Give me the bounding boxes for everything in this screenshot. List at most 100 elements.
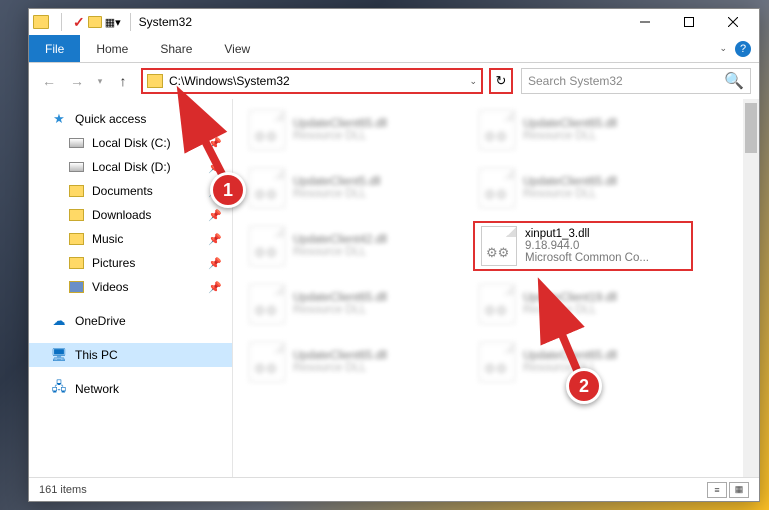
folder-icon: [69, 233, 84, 245]
pin-icon: 📌: [208, 137, 222, 150]
address-bar[interactable]: C:\Windows\System32 ⌄: [141, 68, 483, 94]
file-type: Resource DLL: [293, 188, 381, 200]
sidebar-onedrive[interactable]: ☁OneDrive: [29, 309, 232, 333]
file-item[interactable]: ⚙⚙ UpdateClient65.dllResource DLL: [473, 337, 693, 387]
close-icon: [728, 17, 738, 27]
view-tiles-button[interactable]: ▦: [729, 482, 749, 498]
pin-icon: 📌: [208, 185, 222, 198]
dll-icon: ⚙⚙: [249, 284, 285, 324]
file-item[interactable]: ⚙⚙UpdateClient65.dllResource DLL: [243, 337, 463, 387]
qat-view-icon[interactable]: ▦▾: [105, 16, 121, 29]
qat-buttons: ✓ ▦▾: [55, 13, 137, 31]
dll-icon: ⚙⚙: [479, 284, 515, 324]
pin-icon: 📌: [208, 233, 222, 246]
qat: ✓ ▦▾: [33, 13, 137, 31]
network-icon: 🖧: [51, 381, 67, 397]
file-item[interactable]: ⚙⚙UpdateClient65.dllResource DLL: [243, 105, 463, 155]
sidebar-quick-access[interactable]: ★ Quick access: [29, 107, 232, 131]
folder-icon: [69, 209, 84, 221]
app-icon: [33, 15, 49, 29]
file-name: UpdateClient65.dll: [523, 350, 617, 362]
file-item[interactable]: ⚙⚙UpdateClient65.dllResource DLL: [473, 163, 693, 213]
file-item[interactable]: ⚙⚙UpdateClient65.dllResource DLL: [473, 105, 693, 155]
sidebar-this-pc[interactable]: 🖥This PC: [29, 343, 232, 367]
recent-dropdown[interactable]: ▾: [93, 69, 107, 93]
navigation-bar: ← → ▾ ↑ C:\Windows\System32 ⌄ ↻ Search S…: [29, 63, 759, 99]
file-name: UpdateClient5.dll: [293, 176, 381, 188]
view-details-button[interactable]: ≡: [707, 482, 727, 498]
scrollbar[interactable]: [743, 99, 759, 477]
back-button[interactable]: ←: [37, 69, 61, 93]
disk-icon: [69, 138, 84, 148]
up-button[interactable]: ↑: [111, 69, 135, 93]
file-item[interactable]: ⚙⚙UpdateClient19.dllResource DLL: [473, 279, 693, 329]
file-name: UpdateClient42.dll: [293, 234, 387, 246]
file-type: Resource DLL: [523, 304, 617, 316]
forward-button[interactable]: →: [65, 69, 89, 93]
minimize-button[interactable]: [623, 9, 667, 35]
disk-icon: [69, 162, 84, 172]
sidebar-item-label: Quick access: [75, 112, 146, 126]
pin-icon: 📌: [208, 281, 222, 294]
file-type: Resource DLL: [293, 362, 387, 374]
sidebar-network[interactable]: 🖧Network: [29, 377, 232, 401]
cloud-icon: ☁: [51, 313, 67, 329]
file-type: Resource DLL: [523, 362, 617, 374]
folder-icon: [69, 281, 84, 293]
address-folder-icon: [147, 74, 163, 88]
file-item[interactable]: ⚙⚙UpdateClient42.dllResource DLL: [243, 221, 463, 271]
gears-icon: ⚙⚙: [484, 129, 507, 145]
search-box[interactable]: Search System32 🔍: [521, 68, 751, 94]
file-name: UpdateClient65.dll: [293, 350, 387, 362]
gears-icon: ⚙⚙: [254, 303, 277, 319]
gears-icon: ⚙⚙: [254, 187, 277, 203]
ribbon: File Home Share View ⌄ ?: [29, 35, 759, 63]
close-button[interactable]: [711, 9, 755, 35]
star-icon: ★: [51, 111, 67, 127]
scroll-thumb[interactable]: [745, 103, 757, 153]
gears-icon: ⚙⚙: [484, 361, 507, 377]
file-item[interactable]: ⚙⚙ UpdateClient65.dllResource DLL: [243, 279, 463, 329]
sidebar-item-downloads[interactable]: Downloads📌: [29, 203, 232, 227]
tab-view[interactable]: View: [208, 35, 266, 62]
file-pane[interactable]: ⚙⚙UpdateClient65.dllResource DLL⚙⚙Update…: [233, 99, 759, 477]
search-icon: 🔍: [724, 71, 744, 91]
qat-check-icon[interactable]: ✓: [73, 14, 85, 31]
window-controls: [623, 9, 755, 35]
dll-icon: ⚙⚙: [481, 226, 517, 266]
tab-share[interactable]: Share: [144, 35, 208, 62]
maximize-icon: [684, 17, 694, 27]
tab-home[interactable]: Home: [80, 35, 144, 62]
explorer-window: ✓ ▦▾ System32 File Home Share View ⌄: [28, 8, 760, 502]
file-type: Resource DLL: [293, 130, 387, 142]
dll-icon: ⚙⚙: [249, 110, 285, 150]
qat-folder-icon[interactable]: [88, 16, 102, 28]
dll-icon: ⚙⚙: [479, 342, 515, 382]
file-name: UpdateClient65.dll: [523, 176, 617, 188]
ribbon-expand-icon[interactable]: ⌄: [719, 43, 727, 54]
tab-file[interactable]: File: [29, 35, 80, 62]
sidebar-item-music[interactable]: Music📌: [29, 227, 232, 251]
search-placeholder: Search System32: [528, 74, 724, 88]
address-dropdown-icon[interactable]: ⌄: [469, 76, 477, 87]
file-type: Resource DLL: [293, 304, 387, 316]
sidebar-item-documents[interactable]: Documents📌: [29, 179, 232, 203]
minimize-icon: [640, 17, 650, 27]
gears-icon: ⚙⚙: [254, 245, 277, 261]
window-title: System32: [139, 15, 192, 29]
refresh-button[interactable]: ↻: [489, 68, 513, 94]
file-type: Resource DLL: [523, 130, 617, 142]
file-item[interactable]: ⚙⚙ UpdateClient5.dllResource DLL: [243, 163, 463, 213]
sidebar-item-local-c[interactable]: Local Disk (C:)📌: [29, 131, 232, 155]
maximize-button[interactable]: [667, 9, 711, 35]
file-name: xinput1_3.dll: [525, 228, 649, 240]
sidebar-item-local-d[interactable]: Local Disk (D:)📌: [29, 155, 232, 179]
file-name: UpdateClient65.dll: [293, 292, 387, 304]
sidebar-item-videos[interactable]: Videos📌: [29, 275, 232, 299]
sidebar-item-pictures[interactable]: Pictures📌: [29, 251, 232, 275]
item-count: 161 items: [39, 484, 87, 496]
dll-icon: ⚙⚙: [249, 226, 285, 266]
file-item[interactable]: ⚙⚙xinput1_3.dll9.18.944.0Microsoft Commo…: [473, 221, 693, 271]
gears-icon: ⚙⚙: [484, 303, 507, 319]
help-icon[interactable]: ?: [735, 41, 751, 57]
